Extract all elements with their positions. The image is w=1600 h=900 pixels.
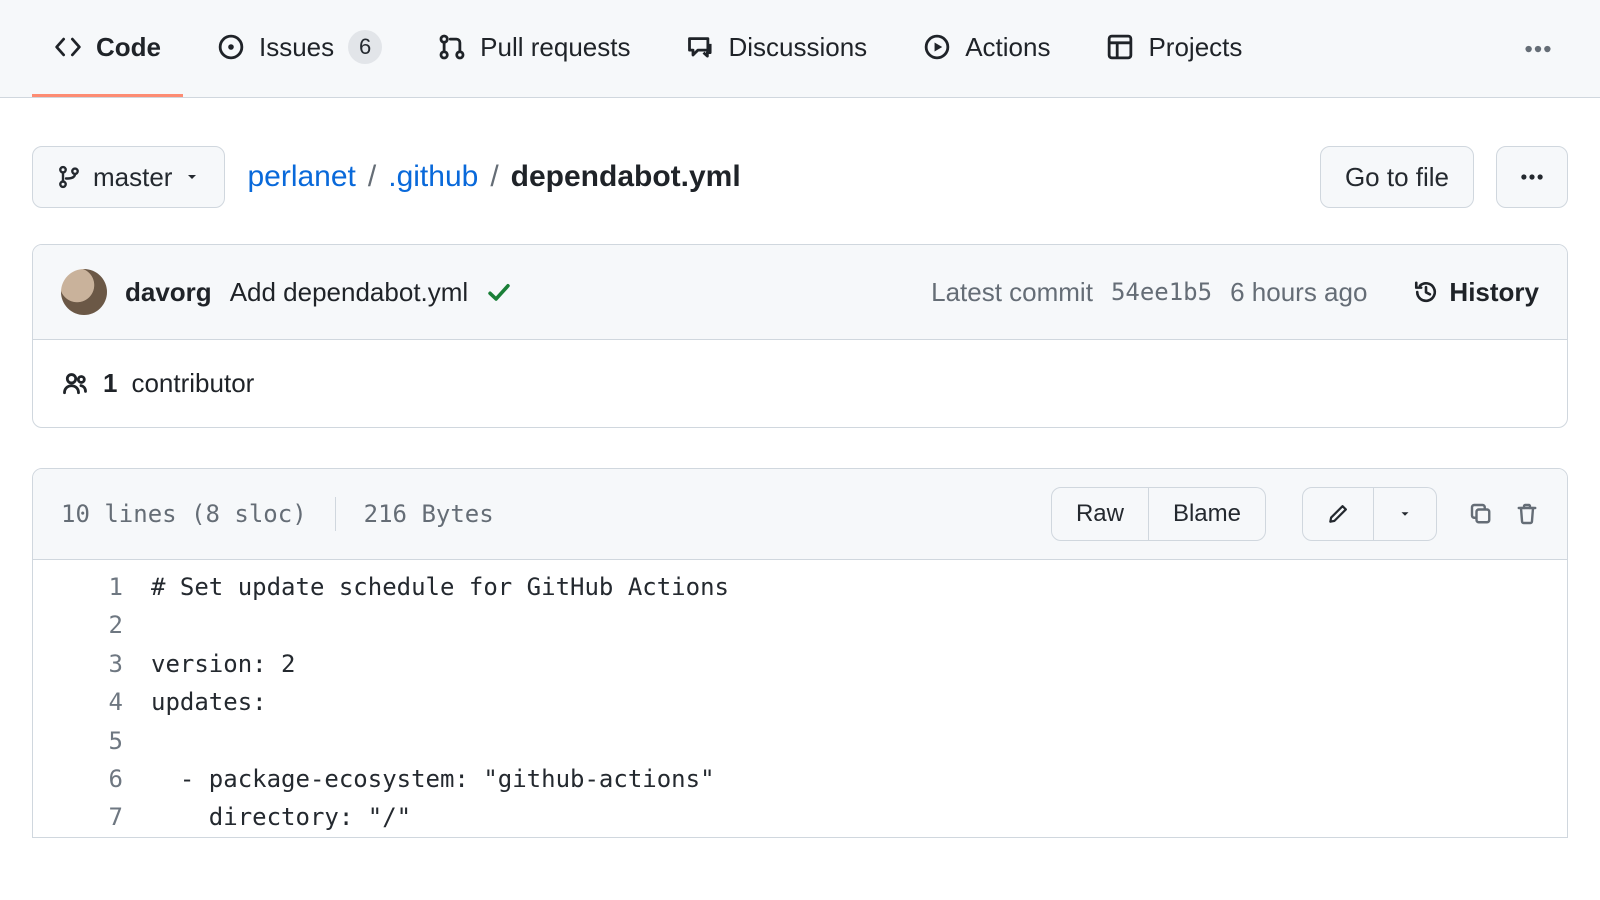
line-number[interactable]: 2 [33, 606, 151, 644]
line-number[interactable]: 5 [33, 722, 151, 760]
caret-down-icon [1398, 507, 1412, 521]
blob-toolbar-icons [1469, 502, 1539, 526]
line-number[interactable]: 1 [33, 568, 151, 606]
breadcrumb: perlanet / .github / dependabot.yml [247, 160, 740, 194]
contributors-count: 1 [103, 368, 117, 399]
pull-request-icon [438, 33, 466, 61]
breadcrumb-sep: / [362, 160, 382, 194]
tab-issues[interactable]: Issues 6 [195, 0, 404, 97]
raw-label: Raw [1076, 500, 1124, 528]
breadcrumb-dir[interactable]: .github [388, 160, 478, 194]
line-number[interactable]: 7 [33, 798, 151, 836]
repo-tabs: Code Issues 6 Pull requests Discussions … [0, 0, 1600, 98]
blame-label: Blame [1173, 500, 1241, 528]
actions-icon [923, 33, 951, 61]
blame-button[interactable]: Blame [1149, 487, 1266, 541]
breadcrumb-sep: / [484, 160, 504, 194]
copy-icon[interactable] [1469, 502, 1493, 526]
raw-button[interactable]: Raw [1051, 487, 1149, 541]
contributors-row[interactable]: 1 contributor [33, 340, 1567, 427]
status-check-icon[interactable] [486, 279, 512, 305]
line-content: # Set update schedule for GitHub Actions [151, 568, 729, 606]
issue-icon [217, 33, 245, 61]
history-icon [1413, 279, 1439, 305]
tab-pull-requests[interactable]: Pull requests [416, 0, 652, 97]
issues-count-badge: 6 [348, 30, 382, 64]
tab-code-label: Code [96, 32, 161, 63]
code-area: 1# Set update schedule for GitHub Action… [33, 560, 1567, 837]
path-row: master perlanet / .github / dependabot.y… [32, 146, 1568, 208]
people-icon [61, 370, 89, 398]
line-number[interactable]: 6 [33, 760, 151, 798]
code-line: 4updates: [33, 683, 1567, 721]
code-icon [54, 33, 82, 61]
code-line: 1# Set update schedule for GitHub Action… [33, 568, 1567, 606]
tab-code[interactable]: Code [32, 0, 183, 97]
code-line: 7 directory: "/" [33, 798, 1567, 836]
go-to-file-label: Go to file [1345, 162, 1449, 193]
file-actions-overflow-button[interactable] [1496, 146, 1568, 208]
caret-down-icon [184, 169, 200, 185]
edit-dropdown-button[interactable] [1374, 487, 1437, 541]
tab-issues-label: Issues [259, 32, 334, 63]
code-line: 5 [33, 722, 1567, 760]
commit-sha[interactable]: 54ee1b5 [1111, 278, 1212, 306]
tab-discussions-label: Discussions [728, 32, 867, 63]
branch-icon [57, 165, 81, 189]
history-label: History [1449, 277, 1539, 308]
code-line: 3version: 2 [33, 645, 1567, 683]
breadcrumb-file: dependabot.yml [511, 160, 741, 194]
projects-icon [1106, 33, 1134, 61]
commit-author[interactable]: davorg [125, 277, 212, 308]
commit-when[interactable]: 6 hours ago [1230, 277, 1367, 308]
blob-stats-bytes: 216 Bytes [364, 500, 494, 528]
line-content: - package-ecosystem: "github-actions" [151, 760, 715, 798]
trash-icon[interactable] [1515, 502, 1539, 526]
tab-projects-label: Projects [1148, 32, 1242, 63]
line-content: updates: [151, 683, 267, 721]
go-to-file-button[interactable]: Go to file [1320, 146, 1474, 208]
edit-button[interactable] [1302, 487, 1374, 541]
line-number[interactable]: 4 [33, 683, 151, 721]
branch-select-button[interactable]: master [32, 146, 225, 208]
commit-message[interactable]: Add dependabot.yml [230, 277, 469, 308]
tabs-overflow-button[interactable] [1508, 19, 1568, 79]
tab-actions-label: Actions [965, 32, 1050, 63]
latest-commit-label: Latest commit [931, 277, 1093, 308]
history-link[interactable]: History [1413, 277, 1539, 308]
divider [335, 497, 336, 531]
code-line: 2 [33, 606, 1567, 644]
tab-pulls-label: Pull requests [480, 32, 630, 63]
blob-stats-lines: 10 lines (8 sloc) [61, 500, 307, 528]
line-number[interactable]: 3 [33, 645, 151, 683]
blob-header: 10 lines (8 sloc) 216 Bytes Raw Blame [33, 469, 1567, 560]
code-line: 6 - package-ecosystem: "github-actions" [33, 760, 1567, 798]
discussions-icon [686, 33, 714, 61]
commit-box: davorg Add dependabot.yml Latest commit … [32, 244, 1568, 428]
edit-group [1302, 487, 1437, 541]
avatar[interactable] [61, 269, 107, 315]
pencil-icon [1327, 503, 1349, 525]
commit-header: davorg Add dependabot.yml Latest commit … [33, 245, 1567, 340]
line-content: version: 2 [151, 645, 296, 683]
blob-box: 10 lines (8 sloc) 216 Bytes Raw Blame [32, 468, 1568, 838]
contributors-label: contributor [131, 368, 254, 399]
tab-projects[interactable]: Projects [1084, 0, 1264, 97]
tab-discussions[interactable]: Discussions [664, 0, 889, 97]
line-content: directory: "/" [151, 798, 411, 836]
tab-actions[interactable]: Actions [901, 0, 1072, 97]
breadcrumb-root[interactable]: perlanet [247, 160, 355, 194]
branch-name: master [93, 162, 172, 193]
raw-blame-group: Raw Blame [1051, 487, 1266, 541]
